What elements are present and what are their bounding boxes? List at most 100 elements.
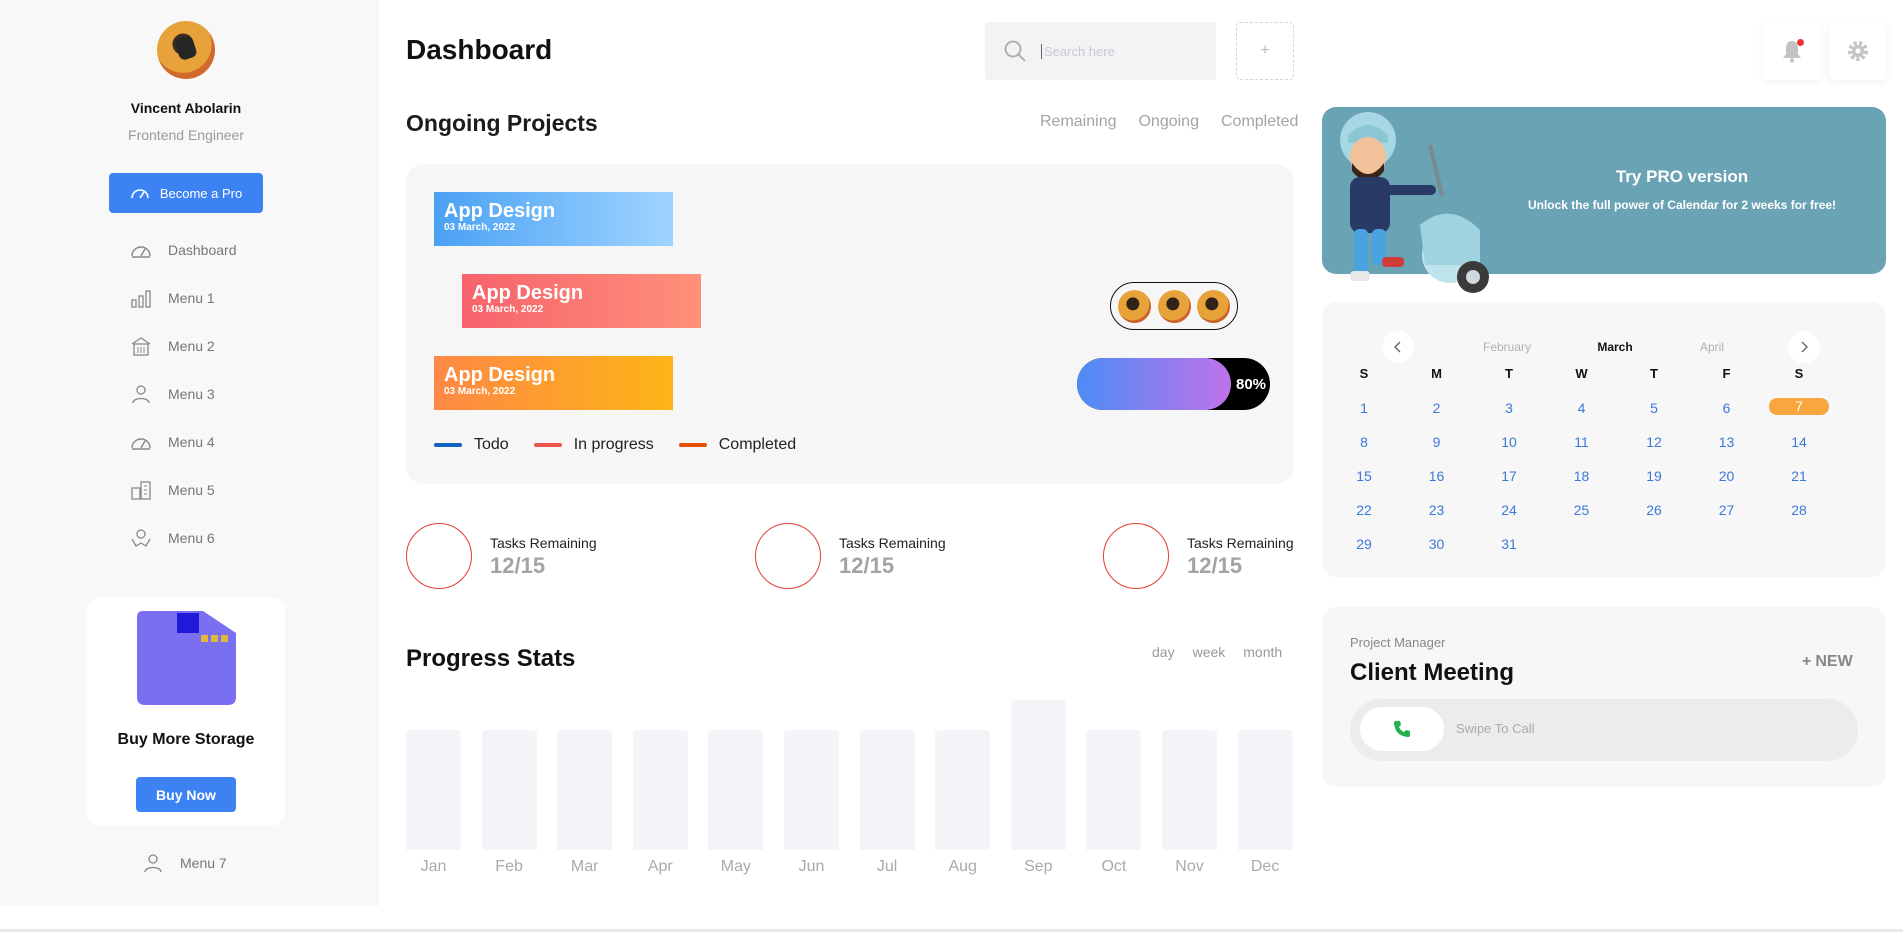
calendar-day[interactable]: 22 <box>1334 502 1394 518</box>
chart-icon <box>131 290 151 308</box>
legend-label: Completed <box>718 436 797 453</box>
progress-fill <box>1077 358 1232 410</box>
calendar-day[interactable]: 18 <box>1552 468 1612 484</box>
calendar-day[interactable]: 20 <box>1697 468 1757 484</box>
calendar-day[interactable]: 13 <box>1697 434 1757 450</box>
buy-now-button[interactable]: Buy Now <box>136 777 236 812</box>
calendar-day[interactable]: 24 <box>1479 502 1539 518</box>
sidebar-item-menu-4[interactable]: Menu 4 <box>130 429 215 455</box>
sidebar-item-menu-6[interactable]: Menu 6 <box>130 525 215 551</box>
tab-completed[interactable]: Completed <box>1221 113 1298 131</box>
calendar-day[interactable]: 15 <box>1334 468 1394 484</box>
month-bar[interactable] <box>1162 730 1217 850</box>
pro-promo-banner[interactable]: Try PRO version Unlock the full power of… <box>1322 107 1886 293</box>
calendar-day[interactable]: 10 <box>1479 434 1539 450</box>
month-label: May <box>720 858 751 875</box>
month-bar[interactable] <box>481 730 537 850</box>
month-bar[interactable] <box>708 730 764 850</box>
add-button[interactable]: + <box>1236 22 1294 80</box>
calendar-prev-button[interactable] <box>1382 331 1414 363</box>
tab-month[interactable]: month <box>1243 644 1282 660</box>
calendar-day[interactable]: 2 <box>1407 400 1467 416</box>
calendar-day[interactable]: 23 <box>1407 502 1467 518</box>
project-bar[interactable]: App Design 03 March, 2022 <box>434 356 673 410</box>
month-bar[interactable] <box>1010 700 1066 850</box>
swipe-to-call-handle[interactable] <box>1360 707 1444 751</box>
project-bar[interactable]: App Design 03 March, 2022 <box>462 274 701 328</box>
month-bar[interactable] <box>784 730 839 850</box>
calendar-day[interactable]: 30 <box>1407 536 1467 552</box>
month-bar[interactable] <box>406 730 461 850</box>
calendar-day[interactable]: 14 <box>1769 434 1829 450</box>
task-label: Tasks Remaining <box>839 535 946 551</box>
become-pro-label: Become a Pro <box>159 185 243 201</box>
notifications-button[interactable] <box>1763 22 1821 80</box>
project-bar[interactable]: App Design 03 March, 2022 <box>434 192 673 246</box>
calendar-day[interactable]: 31 <box>1479 536 1539 552</box>
tab-day[interactable]: day <box>1152 644 1175 660</box>
sidebar-item-menu-1[interactable]: Menu 1 <box>130 285 215 311</box>
month-bar[interactable] <box>859 730 915 850</box>
team-avatars[interactable] <box>1110 282 1238 330</box>
month-label: Sep <box>1024 858 1053 875</box>
tasks-progress-ring <box>406 523 472 589</box>
calendar-day[interactable]: 27 <box>1697 502 1757 518</box>
month-label: Feb <box>495 858 523 875</box>
calendar-day[interactable]: 8 <box>1334 434 1394 450</box>
calendar-day[interactable]: 21 <box>1769 468 1829 484</box>
new-label: NEW <box>1815 653 1853 670</box>
sidebar-item-menu-5[interactable]: Menu 5 <box>130 477 215 503</box>
search-box[interactable] <box>985 22 1216 80</box>
tab-remaining[interactable]: Remaining <box>1040 113 1116 131</box>
sidebar-item-dashboard[interactable]: Dashboard <box>130 237 237 263</box>
tab-week[interactable]: week <box>1193 644 1226 660</box>
calendar-day[interactable]: 6 <box>1697 400 1757 416</box>
meeting-role: Project Manager <box>1350 635 1446 650</box>
meeting-card: Project Manager Client Meeting + NEW Swi… <box>1322 607 1886 787</box>
task-label: Tasks Remaining <box>1187 535 1294 551</box>
sidebar-item-menu-7[interactable]: Menu 7 <box>142 850 227 876</box>
user-icon <box>144 854 162 873</box>
calendar-day[interactable]: 11 <box>1552 434 1612 450</box>
month-bar[interactable] <box>557 730 613 850</box>
calendar-weekday: T <box>1650 366 1658 381</box>
calendar-day[interactable]: 29 <box>1334 536 1394 552</box>
promo-subtitle: Unlock the full power of Calendar for 2 … <box>1527 198 1837 212</box>
search-input[interactable] <box>1041 43 1191 59</box>
calendar-day[interactable]: 1 <box>1334 400 1394 416</box>
legend-label: Todo <box>474 436 509 453</box>
calendar-day[interactable]: 5 <box>1624 400 1684 416</box>
sidebar-item-menu-2[interactable]: Menu 2 <box>130 333 215 359</box>
calendar-next-month[interactable]: April <box>1700 340 1724 354</box>
calendar-day[interactable]: 12 <box>1624 434 1684 450</box>
meeting-title: Client Meeting <box>1350 659 1515 686</box>
sidebar-item-menu-3[interactable]: Menu 3 <box>130 381 215 407</box>
calendar-day[interactable]: 9 <box>1407 434 1467 450</box>
tab-ongoing[interactable]: Ongoing <box>1138 113 1199 131</box>
calendar-day[interactable]: 19 <box>1624 468 1684 484</box>
calendar-day-today[interactable]: 7 <box>1769 398 1829 415</box>
month-bar[interactable] <box>1086 730 1142 850</box>
calendar-next-button[interactable] <box>1788 331 1820 363</box>
month-bar[interactable] <box>1237 730 1293 850</box>
new-meeting-button[interactable]: + NEW <box>1802 653 1853 671</box>
calendar-day[interactable]: 17 <box>1479 468 1539 484</box>
gauge-icon <box>131 189 149 199</box>
calendar-day[interactable]: 16 <box>1407 468 1467 484</box>
settings-button[interactable] <box>1829 22 1887 80</box>
swipe-to-call-track[interactable]: Swipe To Call <box>1350 699 1858 761</box>
search-icon <box>1004 40 1026 62</box>
month-bar[interactable] <box>935 730 991 850</box>
month-label: Mar <box>570 858 599 875</box>
calendar-day[interactable]: 4 <box>1552 400 1612 416</box>
calendar-day[interactable]: 3 <box>1479 400 1539 416</box>
avatar[interactable] <box>157 21 215 79</box>
month-bar[interactable] <box>632 730 688 850</box>
become-pro-button[interactable]: Become a Pro <box>109 173 263 213</box>
sidebar: Vincent Abolarin Frontend Engineer Becom… <box>0 0 379 906</box>
dashboard-page: Vincent Abolarin Frontend Engineer Becom… <box>0 0 1903 932</box>
calendar-prev-month[interactable]: February <box>1483 340 1531 354</box>
calendar-day[interactable]: 28 <box>1769 502 1829 518</box>
calendar-day[interactable]: 25 <box>1552 502 1612 518</box>
calendar-day[interactable]: 26 <box>1624 502 1684 518</box>
